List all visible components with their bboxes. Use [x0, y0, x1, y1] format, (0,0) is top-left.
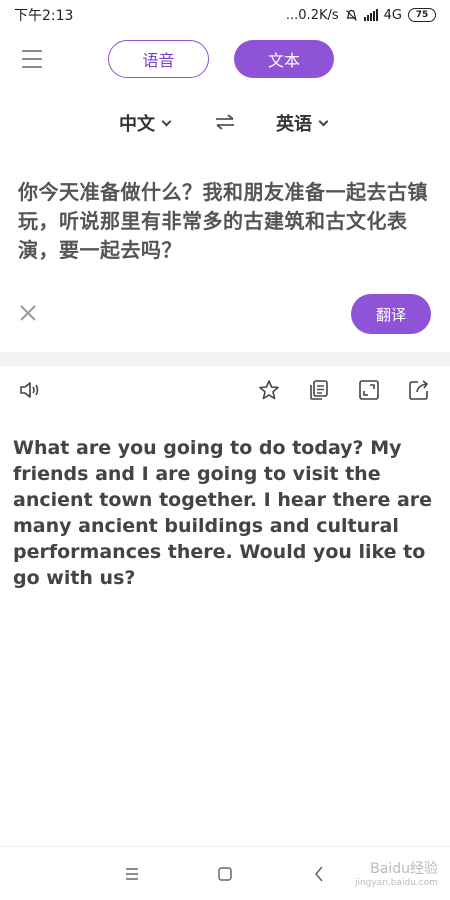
mute-bell-icon [345, 9, 357, 21]
speaker-icon[interactable] [18, 378, 42, 402]
text-mode-button[interactable]: 文本 [234, 40, 334, 78]
chevron-down-icon [161, 116, 172, 126]
share-icon[interactable] [407, 378, 431, 402]
clear-icon[interactable] [18, 303, 38, 323]
target-language-dropdown[interactable]: 英语 [276, 110, 329, 136]
target-language-label: 英语 [276, 114, 312, 135]
home-nav-icon[interactable] [216, 865, 234, 883]
swap-languages-icon[interactable] [213, 112, 237, 132]
source-language-label: 中文 [119, 114, 155, 135]
header: 语音 文本 [0, 38, 450, 82]
back-nav-icon[interactable] [311, 865, 329, 883]
translation-result: What are you going to do today? My frien… [13, 437, 433, 589]
translate-button[interactable]: 翻译 [351, 294, 431, 334]
net-speed: ...0.2K/s [285, 7, 339, 23]
network-type: 4G [383, 7, 402, 23]
result-toolbar [0, 378, 450, 404]
menu-nav-icon[interactable] [123, 865, 141, 883]
watermark-brand: Baidu经验 [370, 861, 438, 877]
watermark-url: jingyan.baidu.com [354, 878, 438, 888]
status-bar: 下午2:13 ...0.2K/s 4G 75 [0, 0, 450, 30]
copy-icon[interactable] [307, 378, 331, 402]
watermark: Baidu经验 jingyan.baidu.com [355, 862, 438, 890]
source-language-dropdown[interactable]: 中文 [119, 110, 172, 136]
signal-icon [363, 9, 378, 21]
chevron-down-icon [318, 116, 329, 126]
status-time: 下午2:13 [14, 8, 74, 24]
star-icon[interactable] [257, 378, 281, 402]
divider [0, 352, 450, 366]
source-text-input[interactable]: 你今天准备做什么？我和朋友准备一起去古镇玩，听说那里有非常多的古建筑和古文化表演… [18, 178, 433, 265]
menu-icon[interactable] [22, 50, 42, 68]
language-selector: 中文 英语 [0, 106, 450, 142]
voice-mode-button[interactable]: 语音 [108, 40, 209, 78]
system-nav-bar: Baidu经验 jingyan.baidu.com [0, 846, 450, 900]
status-indicators: ...0.2K/s 4G 75 [286, 8, 436, 23]
fullscreen-icon[interactable] [357, 378, 381, 402]
battery-icon: 75 [408, 8, 436, 22]
